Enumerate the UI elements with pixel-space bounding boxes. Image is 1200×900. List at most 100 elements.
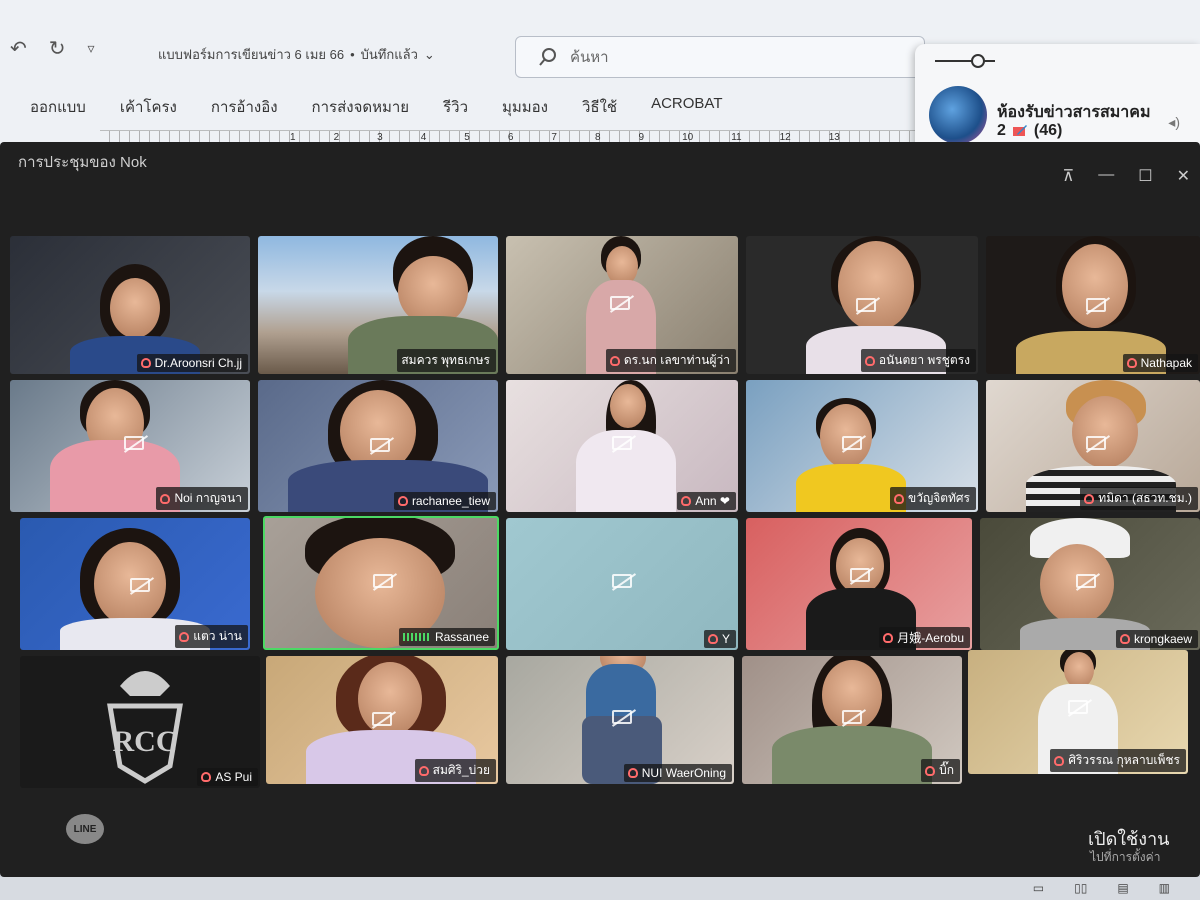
minimize-button[interactable]: — <box>1098 166 1114 186</box>
video-tile[interactable]: Noi กาญจนา <box>10 380 250 512</box>
count-total: (46) <box>1033 122 1063 139</box>
participant-name: 月娥-Aerobu <box>879 627 970 648</box>
search-input[interactable]: ค้นหา <box>515 36 925 78</box>
window-controls: ⊼ — ☐ ✕ <box>1063 166 1190 186</box>
ribbon-tabs: ออกแบบ เค้าโครง การอ้างอิง การส่งจดหมาย … <box>30 95 723 119</box>
video-tile[interactable]: krongkaew <box>980 518 1200 650</box>
mic-icon <box>627 768 638 778</box>
tab-references[interactable]: การอ้างอิง <box>211 95 278 119</box>
tab-design[interactable]: ออกแบบ <box>30 95 86 119</box>
mic-icon <box>1119 634 1130 644</box>
svg-text:RCC: RCC <box>113 725 178 758</box>
video-tile[interactable]: Nathapak <box>986 236 1200 374</box>
title-separator: • <box>350 47 355 62</box>
video-tile[interactable]: NUI WaerOning <box>506 656 734 784</box>
activation-watermark-sub: ไปที่การตั้งค่า <box>1090 850 1161 864</box>
video-tile[interactable]: ดร.นก เลขาท่านผู้ว่า <box>506 236 738 374</box>
search-icon <box>539 48 556 66</box>
participant-name: rachanee_tiew <box>393 492 496 510</box>
notification-slider[interactable] <box>935 60 995 62</box>
participant-name: ศิริวรรณ กุหลาบเพ็ชร <box>1050 749 1186 772</box>
web-layout-icon[interactable]: ▥ <box>1159 881 1170 895</box>
mic-icon <box>609 355 620 366</box>
video-tile[interactable]: ทมิดา (สธวท.ชม.) <box>986 380 1200 512</box>
read-mode-icon[interactable]: ▯▯ <box>1074 881 1087 895</box>
video-tile[interactable]: rachanee_tiew <box>258 380 498 512</box>
participant-name: NUI WaerOning <box>623 764 732 782</box>
document-title[interactable]: แบบฟอร์มการเขียนข่าว 6 เมย 66 • บันทึกแล… <box>158 44 435 65</box>
tab-help[interactable]: วิธีใช้ <box>582 95 617 119</box>
camera-off-icon <box>612 710 632 724</box>
pin-icon[interactable]: ⊼ <box>1063 166 1075 186</box>
video-tile[interactable]: ศิริวรรณ กุหลาบเพ็ชร <box>968 650 1188 774</box>
video-tile-active-speaker[interactable]: Rassanee <box>263 516 499 650</box>
camera-off-icon <box>842 710 862 724</box>
camera-off-icon <box>612 436 632 450</box>
participant-name: สมศิริ_บ่วย <box>414 759 496 782</box>
audio-wave-icon <box>402 633 431 641</box>
speaker-icon[interactable]: ◂) <box>1168 114 1180 131</box>
close-button[interactable]: ✕ <box>1177 166 1190 186</box>
undo-icon[interactable]: ↶ <box>10 36 27 61</box>
maximize-button[interactable]: ☐ <box>1138 166 1152 186</box>
mic-icon <box>1084 493 1095 504</box>
camera-off-icon <box>1086 298 1106 312</box>
mic-icon <box>894 493 905 504</box>
mic-icon <box>397 496 408 506</box>
camera-off-icon <box>612 574 632 588</box>
participant-name: สมควร พุทธเกษร <box>397 349 496 372</box>
message-count: 2 (46) <box>997 122 1062 140</box>
print-layout-icon[interactable]: ▤ <box>1117 881 1128 895</box>
video-tile[interactable]: บิ๊ก <box>742 656 962 784</box>
video-tile[interactable]: 月娥-Aerobu <box>746 518 972 650</box>
video-tile[interactable]: Dr.Aroonsri Ch.jj <box>10 236 250 374</box>
mic-icon <box>140 358 151 368</box>
search-placeholder: ค้นหา <box>570 49 609 66</box>
tab-mailings[interactable]: การส่งจดหมาย <box>312 95 410 119</box>
participant-name: Ann ❤ <box>677 492 736 510</box>
participant-name: krongkaew <box>1115 630 1198 648</box>
line-logo: LINE <box>66 814 104 844</box>
status-bar: ▭ ▯▯ ▤ ▥ <box>0 877 1200 900</box>
mic-icon <box>707 634 718 644</box>
video-tile[interactable]: Y <box>506 518 738 650</box>
camera-off-icon <box>1068 700 1088 714</box>
mic-icon <box>179 631 190 642</box>
camera-off-icon <box>1076 574 1096 588</box>
tab-review[interactable]: รีวิว <box>443 95 468 119</box>
redo-icon[interactable]: ↻ <box>49 36 66 61</box>
camera-off-icon <box>610 296 630 310</box>
video-tile[interactable]: อนันตยา พรชูตรง <box>746 236 978 374</box>
video-tile[interactable]: ขวัญจิตทัศร <box>746 380 978 512</box>
participant-name: AS Pui <box>197 768 258 786</box>
tab-acrobat[interactable]: ACROBAT <box>651 95 722 119</box>
document-name: แบบฟอร์มการเขียนข่าว 6 เมย 66 <box>158 47 345 62</box>
camera-off-icon <box>373 574 393 588</box>
slider-knob[interactable] <box>971 54 985 68</box>
video-tile[interactable]: RCC AS Pui <box>20 656 260 788</box>
camera-off-icon <box>842 436 862 450</box>
status-icons: ▭ ▯▯ ▤ ▥ <box>1033 881 1170 895</box>
video-tile[interactable]: Ann ❤ <box>506 380 738 512</box>
mic-icon <box>1054 755 1065 766</box>
line-notification[interactable]: ห้องรับข่าวสารสมาคม 2 (46) ◂) <box>915 44 1200 156</box>
count-left: 2 <box>997 122 1006 139</box>
tab-layout[interactable]: เค้าโครง <box>120 95 177 119</box>
video-tile[interactable]: สมศิริ_บ่วย <box>266 656 498 784</box>
meeting-window: การประชุมของ Nok ⊼ — ☐ ✕ Dr.Aroonsri Ch.… <box>0 142 1200 877</box>
mic-icon <box>201 772 212 782</box>
mic-icon <box>418 765 429 776</box>
participant-name: Noi กาญจนา <box>156 487 248 510</box>
tab-view[interactable]: มุมมอง <box>502 95 548 119</box>
camera-off-icon <box>850 568 870 582</box>
quick-access-toolbar: ↶ ↻ ▿ <box>10 36 95 61</box>
camera-off-icon <box>130 578 150 592</box>
customize-qat-icon[interactable]: ▿ <box>88 40 95 57</box>
camera-off-icon <box>372 712 392 726</box>
participant-name: ทมิดา (สธวท.ชม.) <box>1080 487 1198 510</box>
video-tile[interactable]: สมควร พุทธเกษร <box>258 236 498 374</box>
participant-name: Rassanee <box>398 628 495 646</box>
mic-icon <box>681 496 692 506</box>
video-tile[interactable]: แตว น่าน <box>20 518 250 650</box>
focus-icon[interactable]: ▭ <box>1033 881 1044 895</box>
